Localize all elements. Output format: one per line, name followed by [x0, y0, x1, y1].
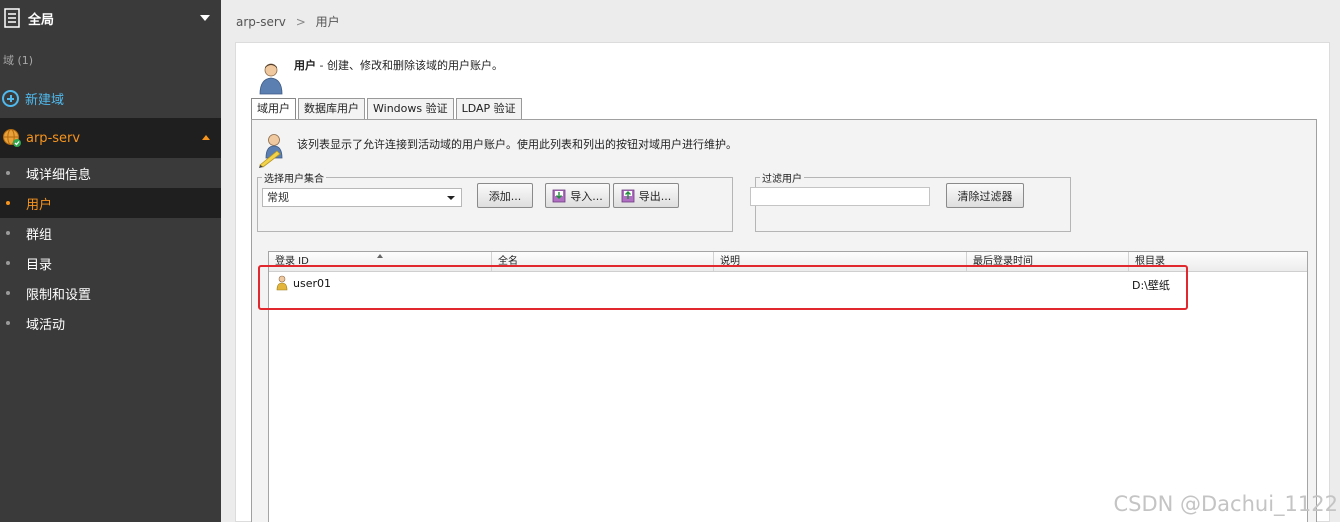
tab-content: 该列表显示了允许连接到活动域的用户账户。使用此列表和列出的按钮对域用户进行维护。… — [251, 119, 1317, 522]
sidebar-item-label: 限制和设置 — [26, 287, 92, 303]
tab-bar: 域用户 数据库用户 Windows 验证 LDAP 验证 — [251, 98, 524, 120]
new-domain-label: 新建域 — [25, 92, 65, 108]
server-item[interactable]: arp-serv — [0, 118, 221, 158]
tab-database-users[interactable]: 数据库用户 — [298, 98, 365, 119]
new-domain-button[interactable]: 新建域 — [0, 78, 221, 118]
add-button[interactable]: 添加... — [477, 183, 533, 208]
tab-domain-users[interactable]: 域用户 — [251, 98, 296, 120]
globe-icon — [3, 129, 21, 147]
breadcrumb-separator: > — [295, 15, 306, 29]
sidebar-item-limits[interactable]: 限制和设置 — [0, 278, 221, 308]
global-label: 全局 — [28, 12, 55, 28]
user-edit-icon — [259, 134, 283, 168]
filter-input[interactable] — [750, 187, 930, 206]
sidebar-menu: 域详细信息 用户 群组 目录 限制和设置 域活动 — [0, 158, 221, 338]
breadcrumb-root[interactable]: arp-serv — [236, 15, 286, 29]
import-icon — [552, 189, 566, 202]
user-set-value: 常规 — [267, 191, 289, 204]
bullet-icon — [6, 201, 10, 205]
sidebar-item-activity[interactable]: 域活动 — [0, 308, 221, 338]
watermark: CSDN @Dachui_1122 — [1113, 492, 1338, 516]
info-section: 该列表显示了允许连接到活动域的用户账户。使用此列表和列出的按钮对域用户进行维护。 — [257, 132, 737, 168]
sidebar-item-label: 群组 — [26, 227, 53, 243]
chevron-down-icon[interactable] — [200, 15, 210, 21]
bullet-icon — [6, 321, 10, 325]
sidebar-item-domain-details[interactable]: 域详细信息 — [0, 158, 221, 188]
sidebar-item-label: 域活动 — [26, 317, 66, 333]
export-icon — [621, 189, 635, 202]
breadcrumb: arp-serv > 用户 — [236, 13, 340, 30]
export-label: 导出... — [638, 189, 672, 203]
import-label: 导入... — [570, 189, 603, 203]
dropdown-arrow-icon — [447, 196, 455, 200]
tab-windows-auth[interactable]: Windows 验证 — [367, 98, 454, 119]
sort-up-icon — [377, 254, 383, 258]
sidebar-item-label: 用户 — [26, 197, 53, 213]
sidebar-item-label: 域详细信息 — [26, 167, 92, 183]
page-description: - 创建、修改和删除该域的用户账户。 — [316, 59, 503, 72]
breadcrumb-current: 用户 — [315, 15, 340, 29]
chevron-up-icon[interactable] — [202, 135, 210, 140]
info-text: 该列表显示了允许连接到活动域的用户账户。使用此列表和列出的按钮对域用户进行维护。 — [297, 138, 737, 151]
user-icon — [259, 63, 283, 95]
plus-circle-icon — [2, 89, 19, 107]
page-title: 用户 - 创建、修改和删除该域的用户账户。 — [294, 57, 503, 73]
page-title-bold: 用户 — [294, 59, 316, 72]
sidebar-item-label: 目录 — [26, 257, 53, 273]
filter-legend: 过滤用户 — [762, 174, 802, 185]
highlight-box — [258, 265, 1188, 310]
clear-filter-button[interactable]: 清除过滤器 — [946, 183, 1024, 208]
bullet-icon — [6, 171, 10, 175]
server-label: arp-serv — [26, 130, 81, 146]
sidebar: 全局 域 (1) 新建域 arp-serv 域详细信息 用户 群组 目录 限制和… — [0, 0, 221, 522]
domains-count: 域 (1) — [3, 54, 34, 67]
page-header: 用户 - 创建、修改和删除该域的用户账户。 — [258, 57, 503, 95]
server-icon — [4, 8, 20, 28]
user-set-legend: 选择用户集合 — [264, 174, 324, 185]
export-button[interactable]: 导出... — [613, 183, 679, 208]
tab-ldap-auth[interactable]: LDAP 验证 — [455, 98, 522, 119]
global-menu[interactable]: 全局 — [0, 0, 221, 36]
bullet-icon — [6, 291, 10, 295]
bullet-icon — [6, 261, 10, 265]
user-set-select[interactable]: 常规 — [262, 188, 462, 207]
sidebar-item-directories[interactable]: 目录 — [0, 248, 221, 278]
sidebar-item-groups[interactable]: 群组 — [0, 218, 221, 248]
bullet-icon — [6, 231, 10, 235]
sidebar-item-users[interactable]: 用户 — [0, 188, 221, 218]
import-button[interactable]: 导入... — [545, 183, 610, 208]
